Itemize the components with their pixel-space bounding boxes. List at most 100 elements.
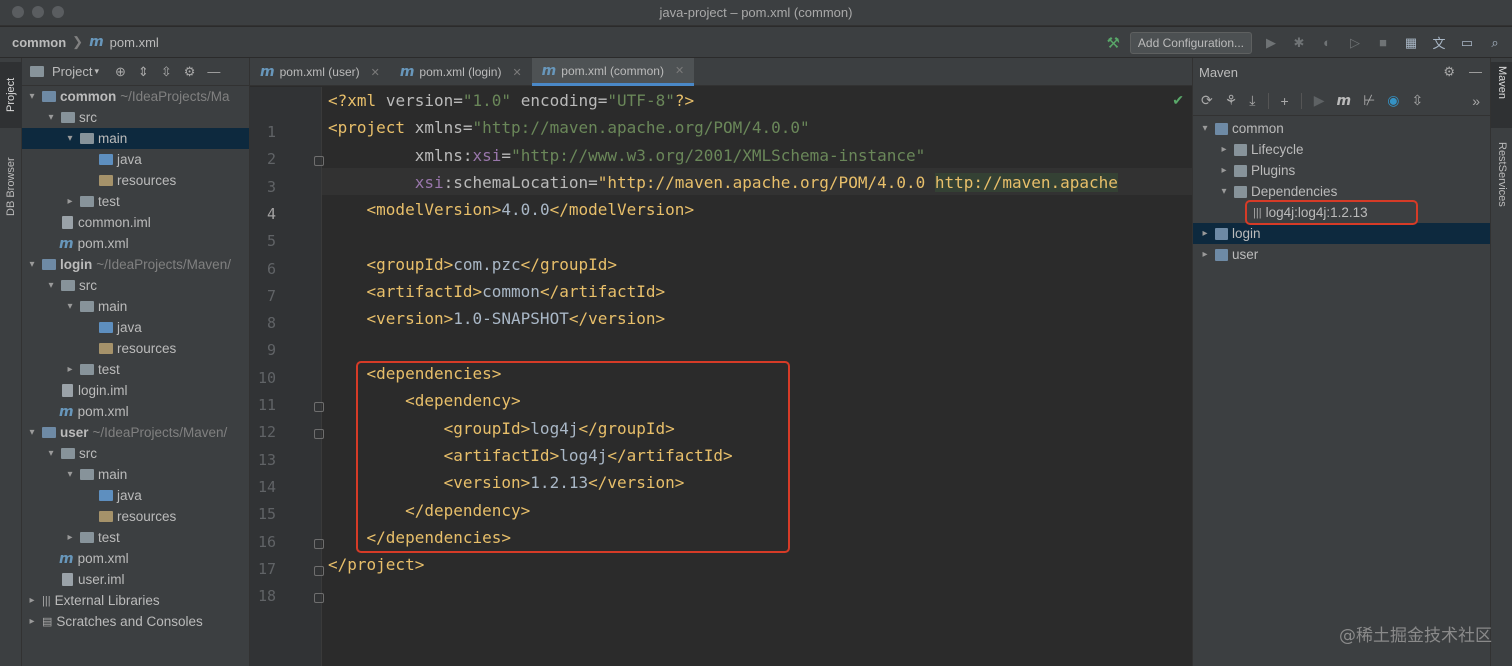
breadcrumb-module[interactable]: common	[12, 35, 66, 50]
maven-tree-row[interactable]: ▾ common	[1193, 118, 1490, 139]
maven-tree-row[interactable]: ▸ user	[1193, 244, 1490, 265]
build-hammer-icon[interactable]: ⚒	[1106, 34, 1119, 52]
gear-icon[interactable]: ⚙	[184, 64, 196, 80]
tree-row[interactable]: m pom.xml	[22, 401, 249, 422]
chevron-right-icon[interactable]: ▸	[64, 364, 76, 375]
tree-row[interactable]: m pom.xml	[22, 548, 249, 569]
maven-tree-row[interactable]: ▸ Plugins	[1193, 160, 1490, 181]
search-icon[interactable]: ⌕	[1486, 35, 1504, 51]
breadcrumb-file[interactable]: pom.xml	[110, 35, 159, 50]
project-tool-tab[interactable]: Project	[0, 62, 22, 128]
add-icon[interactable]: +	[1281, 93, 1289, 109]
tree-row[interactable]: java	[22, 149, 249, 170]
inspection-ok-icon[interactable]: ✔	[1172, 92, 1184, 109]
tree-row[interactable]: ▾ main	[22, 128, 249, 149]
code-line[interactable]: xsi:schemaLocation="http://maven.apache.…	[328, 169, 1118, 196]
close-icon[interactable]: ✕	[371, 66, 380, 79]
chevron-right-icon[interactable]: ▸	[26, 616, 38, 627]
project-panel-title[interactable]: Project	[52, 64, 92, 79]
chevron-right-icon[interactable]: ▸	[1199, 249, 1211, 260]
generate-sources-icon[interactable]: ⚘	[1225, 92, 1238, 109]
chevron-down-icon[interactable]: ▾	[64, 133, 76, 144]
chevron-right-icon[interactable]: ▸	[26, 595, 38, 606]
tree-row[interactable]: resources	[22, 506, 249, 527]
presentation-icon[interactable]: ▭	[1458, 35, 1476, 51]
tree-row[interactable]: java	[22, 485, 249, 506]
hide-icon[interactable]: —	[1469, 64, 1482, 80]
code-line[interactable]: <version>1.0-SNAPSHOT</version>	[328, 305, 666, 332]
add-configuration-button[interactable]: Add Configuration...	[1129, 31, 1252, 54]
chevron-down-icon[interactable]: ▾	[64, 469, 76, 480]
fold-marker-icon[interactable]	[314, 593, 324, 604]
maximize-window-button[interactable]	[52, 6, 64, 18]
tree-row[interactable]: m pom.xml	[22, 233, 249, 254]
reload-icon[interactable]: ⟳	[1201, 92, 1213, 109]
profile-icon[interactable]: ▷	[1346, 35, 1364, 51]
code-line[interactable]: xmlns:xsi="http://www.w3.org/2001/XMLSch…	[328, 142, 926, 169]
collapse-all-icon[interactable]: ⇳	[161, 64, 172, 80]
close-icon[interactable]: ✕	[675, 64, 684, 77]
chevron-right-icon[interactable]: ▸	[1218, 144, 1230, 155]
maven-tree-row[interactable]: ▾ Dependencies	[1193, 181, 1490, 202]
chevron-down-icon[interactable]: ▾	[64, 301, 76, 312]
maven-tool-tab[interactable]: Maven	[1491, 62, 1512, 128]
tree-row[interactable]: ▸ ▤ Scratches and Consoles	[22, 611, 249, 632]
chevron-down-icon[interactable]: ▾	[26, 91, 38, 102]
chevron-down-icon[interactable]: ▾	[45, 448, 57, 459]
fold-marker-icon[interactable]	[314, 565, 324, 576]
tree-row[interactable]: ▾ src	[22, 107, 249, 128]
tree-row[interactable]: ▾ common ~/IdeaProjects/Ma	[22, 86, 249, 107]
tree-row[interactable]: ▾ login ~/IdeaProjects/Maven/	[22, 254, 249, 275]
tree-row[interactable]: ▾ main	[22, 296, 249, 317]
locate-icon[interactable]: ⊕	[115, 64, 126, 80]
rest-services-tool-tab[interactable]: RestServices	[1491, 138, 1512, 214]
tree-row[interactable]: ▾ src	[22, 275, 249, 296]
chevron-right-icon[interactable]: ▸	[64, 532, 76, 543]
code-line[interactable]: <project xmlns="http://maven.apache.org/…	[328, 114, 810, 141]
show-dependencies-icon[interactable]: ◉	[1387, 92, 1399, 109]
fold-marker-icon[interactable]	[314, 429, 324, 440]
tree-row[interactable]: ▸ test	[22, 527, 249, 548]
chevron-down-icon[interactable]: ▾	[1218, 186, 1230, 197]
collapse-icon[interactable]: ⇳	[1411, 92, 1423, 109]
code-line[interactable]: <artifactId>common</artifactId>	[328, 278, 666, 305]
debug-icon[interactable]: ✱	[1290, 35, 1308, 51]
expand-all-icon[interactable]: ⇕	[138, 64, 149, 80]
tree-row[interactable]: ▾ user ~/IdeaProjects/Maven/	[22, 422, 249, 443]
fold-marker-icon[interactable]	[314, 156, 324, 167]
tree-row[interactable]: resources	[22, 338, 249, 359]
tree-row[interactable]: ▸ test	[22, 191, 249, 212]
skip-tests-icon[interactable]: ⊬	[1363, 92, 1375, 109]
hide-icon[interactable]: —	[207, 64, 220, 80]
chevron-down-icon[interactable]: ▾	[45, 280, 57, 291]
tree-row[interactable]: common.iml	[22, 212, 249, 233]
minimize-window-button[interactable]	[32, 6, 44, 18]
code-line[interactable]: <modelVersion>4.0.0</modelVersion>	[328, 196, 695, 223]
tree-row[interactable]: ▸ test	[22, 359, 249, 380]
close-icon[interactable]: ✕	[512, 66, 521, 79]
download-icon[interactable]: ⤓	[1249, 92, 1255, 109]
chevron-down-icon[interactable]: ▾	[94, 66, 99, 77]
gear-icon[interactable]: ⚙	[1443, 64, 1455, 80]
project-structure-icon[interactable]: ▦	[1402, 35, 1420, 51]
window-controls[interactable]	[12, 6, 64, 18]
chevron-down-icon[interactable]: ▾	[45, 112, 57, 123]
code-line[interactable]: </project>	[328, 551, 424, 578]
editor-tab[interactable]: m pom.xml (common) ✕	[531, 58, 695, 86]
chevron-right-icon[interactable]: ▸	[64, 196, 76, 207]
chevron-down-icon[interactable]: ▾	[1199, 123, 1211, 134]
tree-row[interactable]: ▾ main	[22, 464, 249, 485]
db-browser-tool-tab[interactable]: DB Browser	[0, 144, 22, 230]
tree-row[interactable]: resources	[22, 170, 249, 191]
tree-row[interactable]: ▸ ||| External Libraries	[22, 590, 249, 611]
fold-marker-icon[interactable]	[314, 538, 324, 549]
run-icon[interactable]: ▶	[1262, 35, 1280, 51]
execute-goal-icon[interactable]: m	[1336, 93, 1351, 109]
run-icon[interactable]: ▶	[1314, 92, 1325, 109]
chevron-right-icon[interactable]: ▸	[1218, 165, 1230, 176]
fold-marker-icon[interactable]	[314, 402, 324, 412]
more-icon[interactable]: »	[1472, 93, 1490, 109]
close-window-button[interactable]	[12, 6, 24, 18]
tree-row[interactable]: login.iml	[22, 380, 249, 401]
chevron-down-icon[interactable]: ▾	[26, 259, 38, 270]
